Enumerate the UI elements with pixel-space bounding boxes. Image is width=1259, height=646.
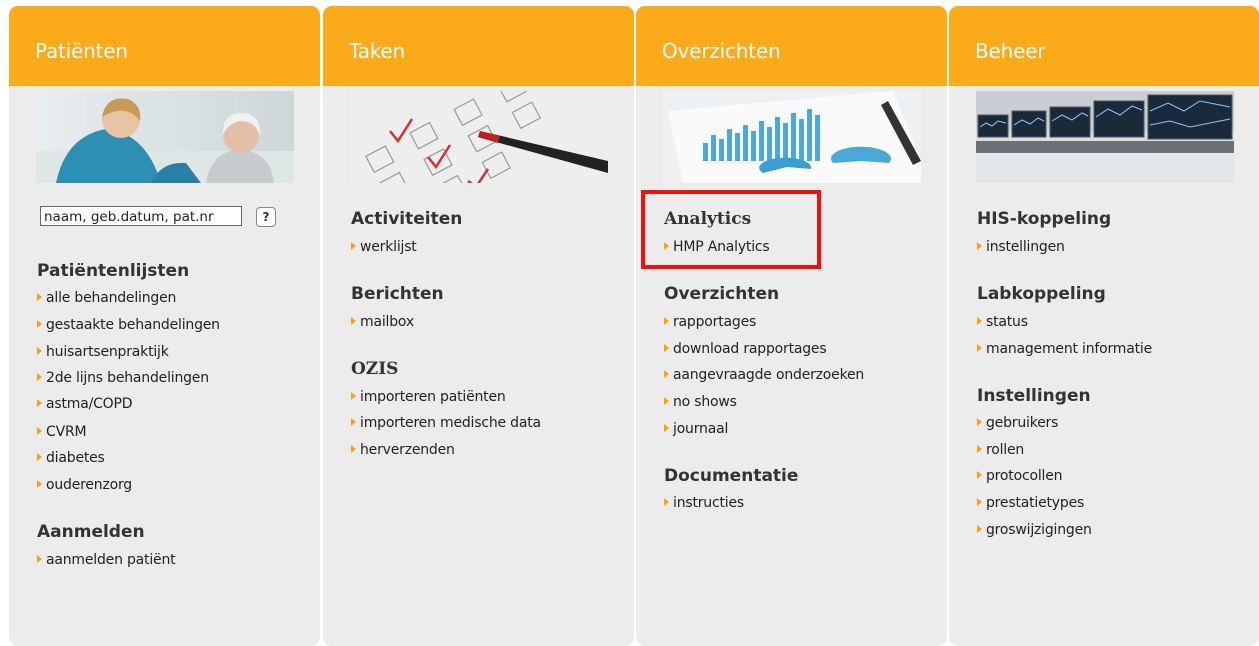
arrow-right-icon (37, 399, 42, 407)
column-overzichten: Overzichten Analytics HMP Analytics Over… (636, 6, 947, 646)
column-title: Patiënten (35, 39, 128, 63)
link-journaal[interactable]: journaal (664, 421, 728, 437)
link-instructies[interactable]: instructies (664, 495, 744, 511)
arrow-right-icon (37, 373, 42, 381)
help-icon[interactable]: ? (256, 207, 276, 227)
arrow-right-icon (664, 498, 669, 506)
column-beheer: Beheer HIS-koppeling instellingen Labkop… (949, 6, 1259, 646)
link-gebruikers[interactable]: gebruikers (977, 415, 1058, 431)
arrow-right-icon (664, 397, 669, 405)
arrow-right-icon (37, 293, 42, 301)
link-mailbox[interactable]: mailbox (351, 314, 414, 330)
link-herverzenden[interactable]: herverzenden (351, 442, 455, 458)
arrow-right-icon (351, 242, 356, 250)
column-taken: Taken Activiteiten werklijst Berichten m… (323, 6, 634, 646)
analytics-report-image (663, 91, 921, 183)
link-status[interactable]: status (977, 314, 1028, 330)
section-title-patientenlijsten: Patiëntenlijsten (37, 261, 190, 281)
arrow-right-icon (351, 418, 356, 426)
arrow-right-icon (37, 555, 42, 563)
link-cvrm[interactable]: CVRM (37, 424, 87, 440)
link-rapportages[interactable]: rapportages (664, 314, 756, 330)
section-title-his-koppeling: HIS-koppeling (977, 209, 1112, 229)
checklist-pen-image (350, 91, 608, 183)
arrow-right-icon (977, 471, 982, 479)
link-instellingen[interactable]: instellingen (977, 239, 1065, 255)
column-title: Beheer (975, 39, 1046, 63)
nurse-patient-image (36, 91, 294, 183)
arrow-right-icon (977, 418, 982, 426)
link-2de-lijns-behandelingen[interactable]: 2de lijns behandelingen (37, 370, 209, 386)
monitoring-screens-image (976, 91, 1234, 183)
section-title-documentatie: Documentatie (664, 466, 799, 486)
link-prestatietypes[interactable]: prestatietypes (977, 495, 1084, 511)
link-no-shows[interactable]: no shows (664, 394, 737, 410)
arrow-right-icon (977, 242, 982, 250)
section-title-ozis: OZIS (351, 359, 399, 379)
section-title-instellingen: Instellingen (977, 386, 1091, 406)
link-werklijst[interactable]: werklijst (351, 239, 417, 255)
analytics-highlight-box (641, 190, 821, 269)
link-groswijzigingen[interactable]: groswijzigingen (977, 522, 1092, 538)
link-huisartsenpraktijk[interactable]: huisartsenpraktijk (37, 344, 169, 360)
link-gestaakte-behandelingen[interactable]: gestaakte behandelingen (37, 317, 220, 333)
link-importeren-medische-data[interactable]: importeren medische data (351, 415, 541, 431)
column-header: Taken (323, 6, 634, 86)
column-header: Overzichten (636, 6, 947, 86)
link-ouderenzorg[interactable]: ouderenzorg (37, 477, 132, 493)
section-title-labkoppeling: Labkoppeling (977, 284, 1106, 304)
link-aanmelden-patient[interactable]: aanmelden patiënt (37, 552, 176, 568)
arrow-right-icon (664, 370, 669, 378)
arrow-right-icon (977, 344, 982, 352)
arrow-right-icon (37, 427, 42, 435)
link-management-informatie[interactable]: management informatie (977, 341, 1152, 357)
arrow-right-icon (977, 445, 982, 453)
arrow-right-icon (37, 453, 42, 461)
section-title-activiteiten: Activiteiten (351, 209, 463, 229)
column-title: Overzichten (662, 39, 781, 63)
arrow-right-icon (351, 445, 356, 453)
link-diabetes[interactable]: diabetes (37, 450, 105, 466)
link-aangevraagde-onderzoeken[interactable]: aangevraagde onderzoeken (664, 367, 864, 383)
arrow-right-icon (351, 317, 356, 325)
section-title-overzichten: Overzichten (664, 284, 780, 304)
link-astma-copd[interactable]: astma/COPD (37, 396, 133, 412)
link-protocollen[interactable]: protocollen (977, 468, 1062, 484)
link-importeren-patienten[interactable]: importeren patiënten (351, 389, 506, 405)
arrow-right-icon (664, 424, 669, 432)
link-download-rapportages[interactable]: download rapportages (664, 341, 827, 357)
section-title-berichten: Berichten (351, 284, 444, 304)
column-header: Patiënten (9, 6, 320, 86)
patient-search-input[interactable]: naam, geb.datum, pat.nr (40, 206, 242, 226)
arrow-right-icon (664, 317, 669, 325)
arrow-right-icon (37, 347, 42, 355)
arrow-right-icon (664, 344, 669, 352)
arrow-right-icon (977, 498, 982, 506)
link-alle-behandelingen[interactable]: alle behandelingen (37, 290, 176, 306)
column-header: Beheer (949, 6, 1259, 86)
column-title: Taken (349, 39, 406, 63)
column-patienten: Patiënten naam, geb.datum, pat.nr ? Pati… (9, 6, 320, 646)
section-title-aanmelden: Aanmelden (37, 522, 145, 542)
arrow-right-icon (351, 392, 356, 400)
arrow-right-icon (37, 480, 42, 488)
arrow-right-icon (977, 317, 982, 325)
link-rollen[interactable]: rollen (977, 442, 1024, 458)
arrow-right-icon (977, 525, 982, 533)
arrow-right-icon (37, 320, 42, 328)
